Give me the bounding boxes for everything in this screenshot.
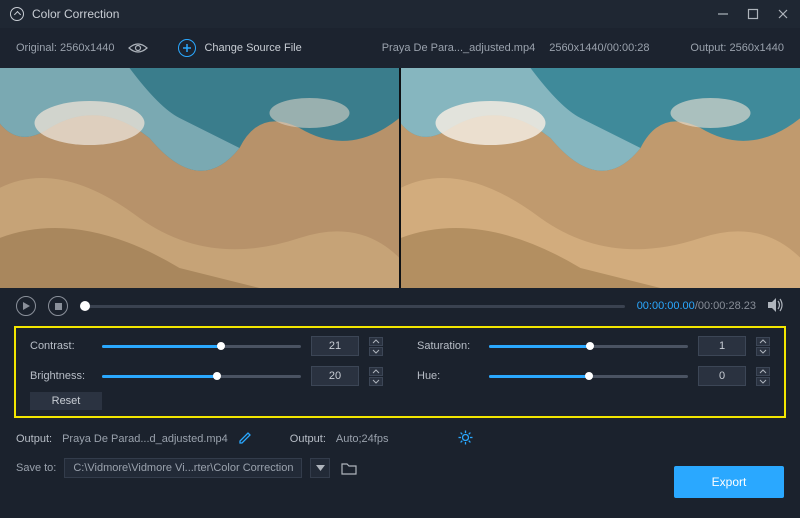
contrast-fill bbox=[102, 345, 221, 348]
hue-step-down[interactable] bbox=[756, 377, 770, 386]
saturation-step-down[interactable] bbox=[756, 347, 770, 356]
volume-icon[interactable] bbox=[768, 298, 784, 315]
brightness-fill bbox=[102, 375, 217, 378]
saturation-fill bbox=[489, 345, 590, 348]
source-info: 2560x1440/00:00:28 bbox=[549, 42, 649, 54]
app-logo-icon bbox=[10, 7, 24, 21]
saturation-slider[interactable] bbox=[489, 345, 688, 348]
edit-filename-icon[interactable] bbox=[238, 431, 252, 448]
saturation-value[interactable]: 1 bbox=[698, 336, 746, 356]
hue-fill bbox=[489, 375, 589, 378]
preview-toggle-icon[interactable] bbox=[128, 42, 148, 54]
brightness-label: Brightness: bbox=[30, 370, 92, 382]
preview-adjusted bbox=[401, 68, 800, 288]
change-source-button[interactable]: Change Source File bbox=[204, 42, 301, 54]
saturation-step-up[interactable] bbox=[756, 337, 770, 346]
hue-thumb[interactable] bbox=[585, 372, 593, 380]
hue-label: Hue: bbox=[417, 370, 479, 382]
saveto-path[interactable]: C:\Vidmore\Vidmore Vi...rter\Color Corre… bbox=[64, 458, 302, 478]
brightness-slider[interactable] bbox=[102, 375, 301, 378]
brightness-thumb[interactable] bbox=[213, 372, 221, 380]
maximize-button[interactable] bbox=[746, 7, 760, 21]
output-file-label: Output: bbox=[16, 433, 52, 445]
contrast-label: Contrast: bbox=[30, 340, 92, 352]
contrast-row: Contrast: 21 bbox=[30, 336, 383, 356]
play-button[interactable] bbox=[16, 296, 36, 316]
hue-row: Hue: 0 bbox=[417, 366, 770, 386]
contrast-step-down[interactable] bbox=[369, 347, 383, 356]
seek-bar[interactable] bbox=[80, 305, 625, 308]
output-resolution: Output: 2560x1440 bbox=[690, 42, 784, 54]
window-title: Color Correction bbox=[32, 7, 716, 21]
saturation-row: Saturation: 1 bbox=[417, 336, 770, 356]
open-folder-icon[interactable] bbox=[338, 458, 360, 478]
preview-original bbox=[0, 68, 399, 288]
saveto-dropdown[interactable] bbox=[310, 458, 330, 478]
add-source-icon[interactable] bbox=[178, 39, 196, 57]
contrast-slider[interactable] bbox=[102, 345, 301, 348]
output-format-label: Output: bbox=[290, 433, 326, 445]
close-button[interactable] bbox=[776, 7, 790, 21]
time-current: 00:00:00.00 bbox=[637, 300, 695, 312]
brightness-step-up[interactable] bbox=[369, 367, 383, 376]
saturation-label: Saturation: bbox=[417, 340, 479, 352]
color-controls-panel: Contrast: 21 Saturation: 1 bbox=[14, 326, 786, 418]
brightness-row: Brightness: 20 bbox=[30, 366, 383, 386]
info-bar: Original: 2560x1440 Change Source File P… bbox=[0, 28, 800, 68]
original-resolution: Original: 2560x1440 bbox=[16, 42, 114, 54]
brightness-step-down[interactable] bbox=[369, 377, 383, 386]
format-settings-icon[interactable] bbox=[458, 430, 473, 448]
contrast-value[interactable]: 21 bbox=[311, 336, 359, 356]
reset-button[interactable]: Reset bbox=[30, 392, 102, 410]
time-display: 00:00:00.00/00:00:28.23 bbox=[637, 300, 756, 312]
hue-slider[interactable] bbox=[489, 375, 688, 378]
hue-value[interactable]: 0 bbox=[698, 366, 746, 386]
saveto-label: Save to: bbox=[16, 462, 56, 474]
preview-area bbox=[0, 68, 800, 288]
stop-button[interactable] bbox=[48, 296, 68, 316]
saturation-thumb[interactable] bbox=[586, 342, 594, 350]
output-filename: Praya De Parad...d_adjusted.mp4 bbox=[62, 433, 228, 445]
brightness-value[interactable]: 20 bbox=[311, 366, 359, 386]
contrast-thumb[interactable] bbox=[217, 342, 225, 350]
export-button[interactable]: Export bbox=[674, 466, 784, 498]
hue-step-up[interactable] bbox=[756, 367, 770, 376]
source-filename: Praya De Para..._adjusted.mp4 bbox=[382, 42, 535, 54]
contrast-step-up[interactable] bbox=[369, 337, 383, 346]
output-format-value: Auto;24fps bbox=[336, 433, 389, 445]
timeline: 00:00:00.00/00:00:28.23 bbox=[0, 288, 800, 324]
titlebar: Color Correction bbox=[0, 0, 800, 28]
minimize-button[interactable] bbox=[716, 7, 730, 21]
